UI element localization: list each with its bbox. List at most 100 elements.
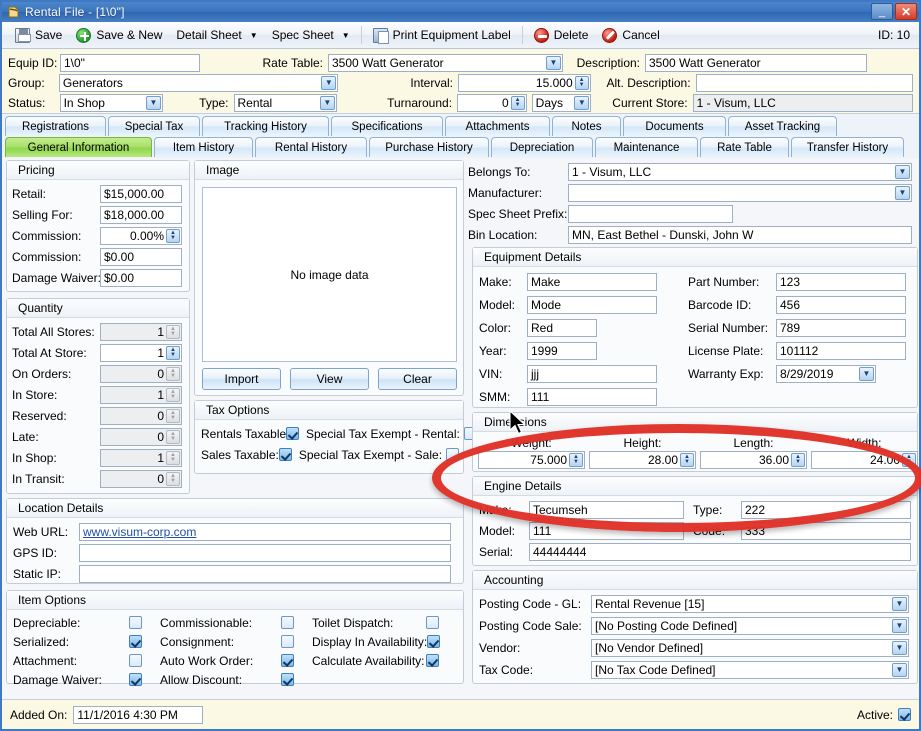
item-option-checkbox[interactable] — [426, 616, 439, 629]
tab-purchase-history[interactable]: Purchase History — [369, 137, 489, 157]
chevron-down-icon[interactable]: ▼ — [859, 366, 874, 381]
delete-button[interactable]: Delete — [527, 26, 596, 45]
chevron-down-icon[interactable]: ▼ — [145, 95, 161, 110]
accounting-select[interactable]: [No Tax Code Defined] ▼ — [591, 661, 909, 679]
save-and-new-button[interactable]: Save & New — [69, 26, 169, 45]
cancel-button[interactable]: Cancel — [595, 26, 666, 45]
spinner-up-down-icon[interactable]: ▲ ▼ — [510, 95, 525, 110]
equipment-detail-field[interactable]: Red — [527, 318, 597, 337]
manufacturer-select[interactable]: ▼ — [568, 183, 912, 202]
spinner-up-down-icon[interactable]: ▲ ▼ — [166, 345, 180, 360]
engine-make-field[interactable]: Tecumseh — [529, 500, 684, 519]
chevron-down-icon[interactable]: ▼ — [895, 164, 910, 179]
spinner-up-down-icon[interactable]: ▲ ▼ — [680, 453, 694, 467]
spinner-up-down-icon[interactable]: ▲ ▼ — [569, 453, 583, 467]
web-url-field[interactable]: www.visum-corp.com — [79, 522, 451, 541]
tab-rental-history[interactable]: Rental History — [255, 137, 367, 157]
equipment-detail-field[interactable]: 8/29/2019 ▼ — [776, 364, 876, 383]
equipment-detail-field[interactable]: 789 — [776, 318, 906, 337]
chevron-down-icon[interactable]: ▼ — [321, 75, 337, 90]
tab-notes[interactable]: Notes — [552, 116, 621, 136]
tab-documents[interactable]: Documents — [623, 116, 726, 136]
import-button[interactable]: Import — [202, 368, 281, 390]
sales-taxable-checkbox[interactable] — [278, 448, 292, 461]
belongs-to-select[interactable]: 1 - Visum, LLC ▼ — [568, 162, 912, 181]
accounting-select[interactable]: Rental Revenue [15] ▼ — [591, 595, 909, 613]
tab-attachments[interactable]: Attachments — [445, 116, 550, 136]
detail-sheet-button[interactable]: Detail Sheet ▼ — [169, 26, 264, 44]
spinner-up-down-icon[interactable]: ▲ ▼ — [902, 453, 916, 467]
chevron-down-icon[interactable]: ▼ — [892, 619, 907, 633]
tab-registrations[interactable]: Registrations — [5, 116, 106, 136]
item-option-checkbox[interactable] — [129, 635, 143, 648]
item-option-checkbox[interactable] — [129, 616, 143, 629]
special-exempt-sale-checkbox[interactable] — [446, 448, 460, 461]
item-option-checkbox[interactable] — [129, 673, 143, 686]
tab-asset-tracking[interactable]: Asset Tracking — [728, 116, 837, 136]
interval-stepper[interactable]: 15.000 ▲ ▼ — [458, 73, 591, 92]
dimension-stepper[interactable]: 24.00 ▲ ▼ — [811, 451, 918, 469]
equipment-detail-field[interactable]: 101112 — [776, 341, 906, 360]
type-select[interactable]: Rental ▼ — [233, 93, 337, 112]
active-checkbox[interactable] — [898, 708, 911, 721]
accounting-select[interactable]: [No Vendor Defined] ▼ — [591, 639, 909, 657]
bin-location-field[interactable]: MN, East Bethel - Dunski, John W — [568, 225, 912, 244]
item-option-checkbox[interactable] — [281, 635, 294, 648]
tab-maintenance[interactable]: Maintenance — [595, 137, 698, 157]
minimize-button[interactable]: _ — [871, 3, 893, 20]
web-url-link[interactable]: www.visum-corp.com — [83, 524, 196, 540]
dimension-stepper[interactable]: 36.00 ▲ ▼ — [700, 451, 807, 469]
tab-tracking-history[interactable]: Tracking History — [202, 116, 329, 136]
chevron-down-icon[interactable]: ▼ — [892, 663, 907, 677]
status-select[interactable]: In Shop ▼ — [59, 93, 163, 112]
chevron-down-icon[interactable]: ▼ — [892, 597, 907, 611]
engine-type-field[interactable]: 222 — [741, 500, 911, 519]
added-on-field[interactable]: 11/1/2016 4:30 PM — [73, 705, 204, 724]
gps-id-field[interactable] — [79, 543, 451, 562]
chevron-down-icon[interactable]: ▼ — [895, 185, 910, 200]
equipment-detail-field[interactable]: 111 — [527, 387, 657, 406]
print-equipment-label-button[interactable]: Print Equipment Label — [366, 26, 518, 45]
item-option-checkbox[interactable] — [281, 654, 294, 667]
dimension-stepper[interactable]: 75.000 ▲ ▼ — [478, 451, 585, 469]
pricing-value-field[interactable]: $0.00 — [100, 268, 182, 287]
spinner-up-down-icon[interactable]: ▲ ▼ — [791, 453, 805, 467]
description-field[interactable]: 3500 Watt Generator — [645, 53, 867, 72]
equipment-detail-field[interactable]: 1999 — [527, 341, 597, 360]
engine-model-field[interactable]: 111 — [529, 521, 684, 540]
spec-sheet-prefix-field[interactable] — [568, 204, 733, 223]
equipment-detail-field[interactable]: 456 — [776, 295, 906, 314]
tab-transfer-history[interactable]: Transfer History — [791, 137, 904, 157]
item-option-checkbox[interactable] — [281, 616, 294, 629]
chevron-down-icon[interactable]: ▼ — [546, 55, 561, 70]
static-ip-field[interactable] — [79, 564, 451, 583]
spinner-up-down-icon[interactable]: ▲ ▼ — [166, 228, 180, 243]
spec-sheet-button[interactable]: Spec Sheet ▼ — [265, 26, 357, 44]
rentals-taxable-checkbox[interactable] — [286, 427, 299, 440]
equipment-detail-field[interactable]: jjj — [527, 364, 657, 383]
quantity-value-field[interactable]: 1 ▲ ▼ — [100, 343, 182, 362]
tab-depreciation[interactable]: Depreciation — [491, 137, 593, 157]
rate-table-select[interactable]: 3500 Watt Generator ▼ — [328, 53, 563, 72]
turnaround-unit-select[interactable]: Days ▼ — [531, 93, 592, 112]
chevron-down-icon[interactable]: ▼ — [574, 95, 590, 110]
chevron-down-icon[interactable]: ▼ — [892, 641, 907, 655]
dimension-stepper[interactable]: 28.00 ▲ ▼ — [589, 451, 696, 469]
close-button[interactable]: ✕ — [895, 3, 917, 20]
tab-specifications[interactable]: Specifications — [331, 116, 443, 136]
engine-code-field[interactable]: 333 — [741, 521, 911, 540]
save-button[interactable]: Save — [8, 26, 69, 45]
item-option-checkbox[interactable] — [426, 654, 439, 667]
chevron-down-icon[interactable]: ▼ — [319, 95, 335, 110]
equip-id-field[interactable]: 1\0" — [60, 53, 200, 72]
item-option-checkbox[interactable] — [129, 654, 143, 667]
tab-general-information[interactable]: General Information — [5, 137, 152, 157]
pricing-value-field[interactable]: 0.00% ▲ ▼ — [100, 226, 182, 245]
equipment-detail-field[interactable]: Make — [527, 272, 657, 291]
tab-rate-table[interactable]: Rate Table — [700, 137, 789, 157]
pricing-value-field[interactable]: $15,000.00 — [100, 184, 182, 203]
tab-special-tax[interactable]: Special Tax — [108, 116, 200, 136]
accounting-select[interactable]: [No Posting Code Defined] ▼ — [591, 617, 909, 635]
image-preview[interactable]: No image data — [202, 187, 457, 362]
group-select[interactable]: Generators ▼ — [58, 73, 339, 92]
